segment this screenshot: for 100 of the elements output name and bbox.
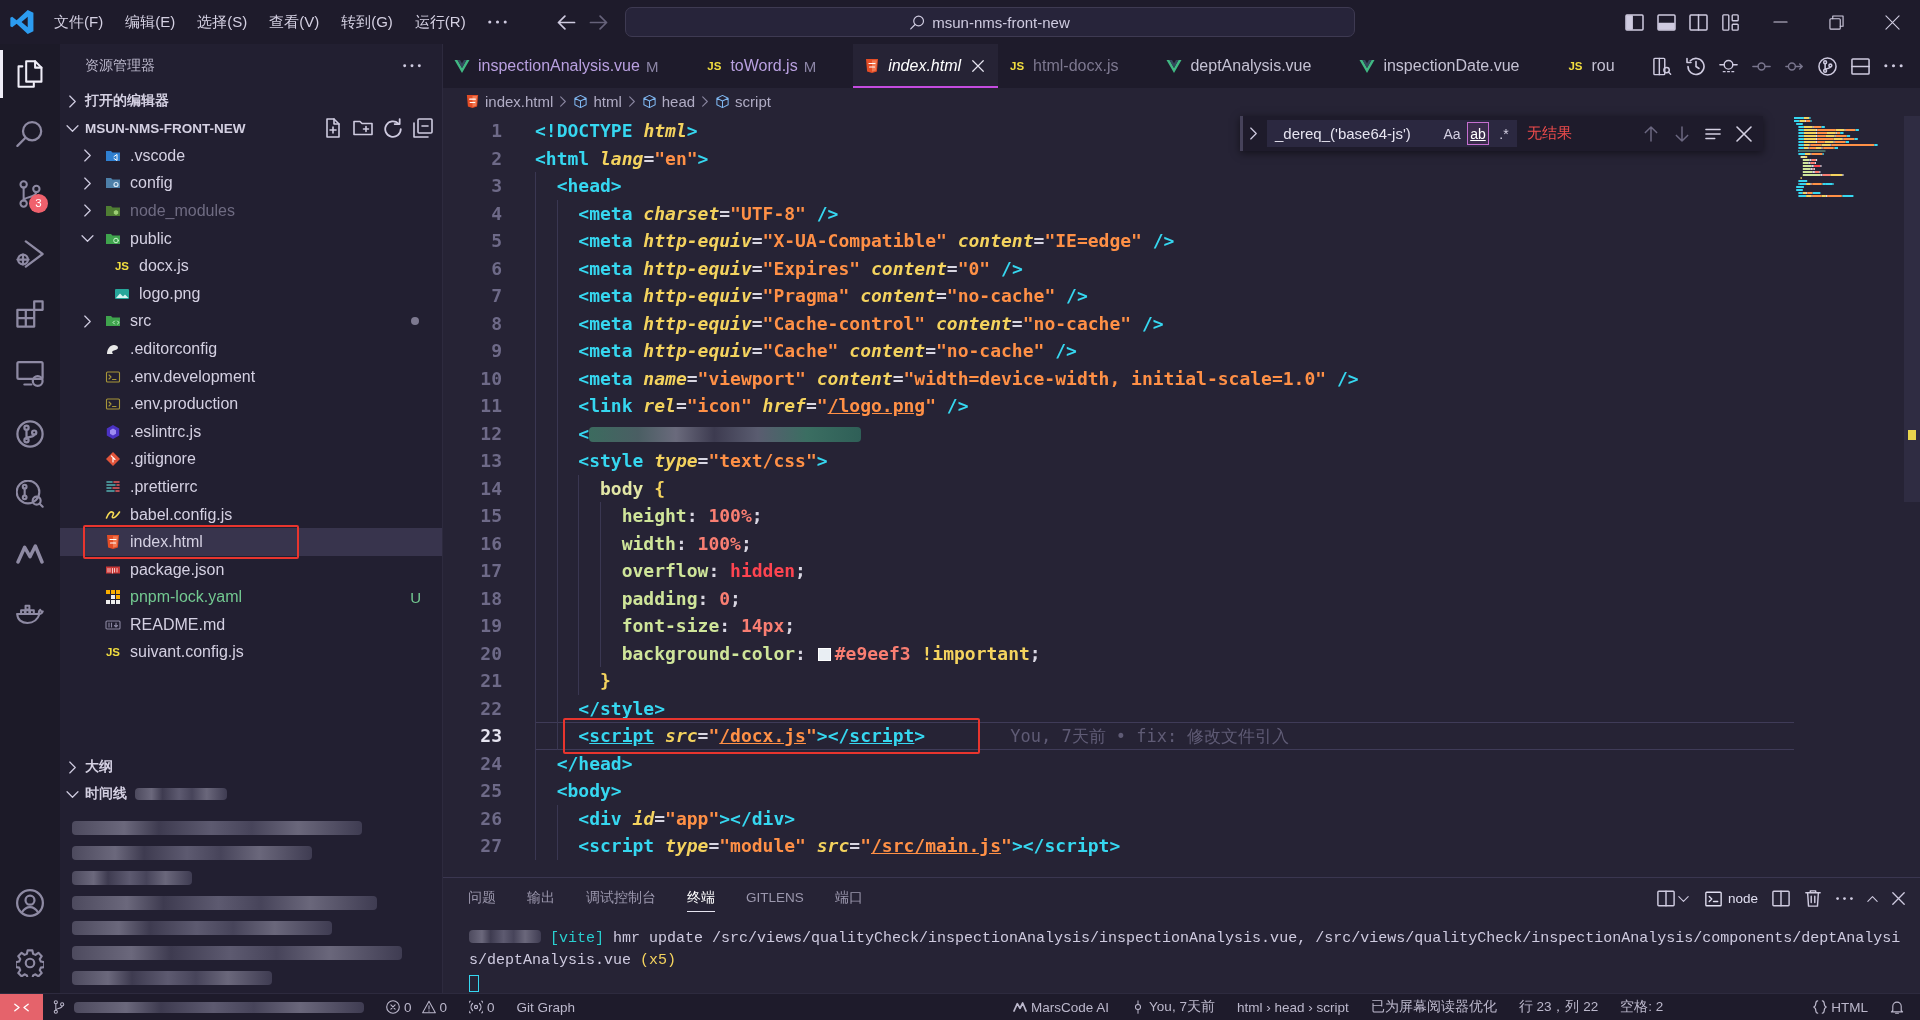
panel-tab[interactable]: 端口 — [834, 885, 863, 912]
section-header[interactable]: MSUN-NMS-FRONT-NEW — [60, 114, 442, 142]
new-file-icon[interactable] — [323, 118, 343, 138]
editor-tab[interactable]: JS html-docx.js — [998, 44, 1156, 88]
tree-item[interactable]: logo.png — [60, 279, 442, 308]
chevron-icon[interactable] — [83, 204, 91, 218]
restore-icon[interactable] — [1828, 14, 1844, 30]
search-icon[interactable] — [16, 120, 44, 148]
sidebar-layout-icon[interactable] — [1624, 13, 1644, 31]
split-terminal-icon[interactable] — [1772, 890, 1790, 907]
tree-item[interactable]: index.html — [60, 528, 442, 556]
tree-item[interactable]: pnpm-lock.yaml U — [60, 583, 442, 612]
files-icon[interactable] — [16, 60, 44, 88]
problems-indicator[interactable]: 0 0 — [386, 999, 448, 1015]
tree-item[interactable]: config — [60, 169, 442, 198]
tree-item[interactable]: public — [60, 224, 442, 253]
previous-match-icon[interactable] — [1642, 125, 1659, 142]
close-icon[interactable] — [972, 60, 985, 72]
chevron-icon[interactable] — [83, 176, 91, 190]
more-icon[interactable] — [1836, 896, 1853, 901]
editor-tab[interactable]: inspectionDate.vue — [1348, 44, 1557, 88]
monitor-icon[interactable] — [16, 360, 44, 388]
chevron-icon[interactable] — [1677, 895, 1689, 902]
tree-item[interactable]: .prettierrc — [60, 473, 442, 501]
language-mode[interactable]: HTML — [1813, 999, 1868, 1015]
tree-item[interactable]: .env.development — [60, 362, 442, 391]
forward-arrow-icon[interactable] — [589, 14, 608, 30]
tree-item[interactable]: JS suivant.config.js — [60, 638, 442, 667]
close-icon[interactable] — [1735, 125, 1752, 142]
editor-tab[interactable]: JS rou — [1556, 44, 1615, 88]
tree-item[interactable]: .env.production — [60, 390, 442, 418]
git-graph-icon[interactable] — [16, 420, 44, 448]
collapse-all-icon[interactable] — [413, 118, 433, 138]
minimize-icon[interactable] — [1772, 21, 1788, 23]
back-arrow-icon[interactable] — [557, 14, 576, 30]
git-search-icon[interactable] — [16, 480, 44, 508]
editor-tab[interactable]: deptAnalysis.vue — [1155, 44, 1349, 88]
split-layout-icon[interactable] — [1688, 13, 1708, 31]
branch-icon[interactable] — [52, 1000, 66, 1014]
menu-item[interactable]: 编辑(E) — [125, 12, 176, 32]
scrollbar-thumb[interactable] — [1904, 116, 1920, 502]
split-editor-icon[interactable] — [1851, 56, 1870, 76]
blame-status[interactable]: You, 7天前 — [1131, 998, 1215, 1016]
editor-tab[interactable]: JS toWord.js M — [695, 44, 854, 88]
section-header[interactable]: 大纲 — [60, 753, 442, 781]
tree-item[interactable]: .editorconfig — [60, 335, 442, 363]
regex-toggle[interactable]: .* — [1491, 120, 1517, 147]
git-graph-icon[interactable] — [1818, 56, 1837, 76]
status-item[interactable]: 空格: 2 — [1620, 998, 1664, 1016]
more-icon[interactable] — [403, 64, 421, 68]
chevron-icon[interactable] — [68, 760, 76, 774]
status-item[interactable]: Git Graph — [516, 999, 576, 1015]
menu-item[interactable]: 文件(F) — [54, 12, 104, 32]
next-match-icon[interactable] — [1673, 125, 1690, 142]
editor-tab[interactable]: inspectionAnalysis.vue M — [443, 44, 696, 88]
breadcrumb[interactable]: html — [573, 92, 622, 110]
account-icon[interactable] — [16, 889, 44, 917]
refresh-icon[interactable] — [383, 118, 403, 138]
close-icon[interactable] — [1884, 14, 1900, 30]
panel-layout-icon[interactable] — [1656, 890, 1675, 907]
find-input[interactable]: _dereq_('base64-js') — [1267, 120, 1439, 147]
chevron-icon[interactable] — [68, 94, 76, 108]
settings-icon[interactable] — [16, 949, 44, 977]
menu-item[interactable]: 选择(S) — [197, 12, 248, 32]
custom-layout-icon[interactable] — [1720, 13, 1740, 31]
extensions-icon[interactable] — [16, 300, 44, 328]
terminal-selector[interactable]: node — [1704, 890, 1758, 907]
status-item[interactable]: 行 23，列 22 — [1518, 998, 1599, 1016]
menu-item[interactable]: 查看(V) — [269, 12, 320, 32]
match-case-toggle[interactable]: Aa — [1439, 120, 1465, 147]
trash-icon[interactable] — [1804, 890, 1822, 907]
menu-item[interactable]: 运行(R) — [414, 12, 466, 32]
editor-tab[interactable]: index.html — [853, 44, 999, 88]
panel-tab[interactable]: 输出 — [527, 885, 555, 912]
maximize-panel-icon[interactable] — [1867, 895, 1878, 902]
chevron-icon[interactable] — [80, 235, 94, 243]
section-header[interactable]: 时间线 — [60, 781, 442, 807]
ports-indicator[interactable]: 0 — [469, 999, 495, 1015]
whole-word-toggle[interactable]: ab — [1465, 120, 1491, 147]
panel-tab[interactable]: GITLENS — [746, 885, 804, 912]
open-changes-icon[interactable] — [1653, 56, 1672, 76]
command-center[interactable]: msun-nms-front-new — [625, 7, 1355, 37]
section-header[interactable]: 打开的编辑器 — [60, 88, 442, 114]
panel-tab[interactable]: 调试控制台 — [586, 885, 656, 912]
tree-item[interactable]: src — [60, 307, 442, 336]
close-icon[interactable] — [1892, 892, 1905, 905]
chevron-icon[interactable] — [83, 314, 91, 328]
tree-item[interactable]: babel.config.js — [60, 500, 442, 529]
new-folder-icon[interactable] — [353, 118, 373, 138]
menu-item[interactable]: 转到(G) — [341, 12, 393, 32]
status-item[interactable]: 已为屏幕阅读器优化 — [1370, 998, 1497, 1016]
tree-item[interactable]: package.json — [60, 555, 442, 584]
history-icon[interactable] — [1686, 56, 1705, 76]
more-icon[interactable] — [1884, 64, 1903, 68]
chevron-icon[interactable] — [65, 790, 79, 798]
panel-layout-icon[interactable] — [1656, 13, 1676, 31]
chevron-icon[interactable] — [65, 124, 79, 132]
assistant-status[interactable]: MarsCode AI — [1013, 999, 1110, 1015]
tree-item[interactable]: .eslintrc.js — [60, 417, 442, 446]
bell-icon[interactable] — [1890, 1000, 1904, 1014]
